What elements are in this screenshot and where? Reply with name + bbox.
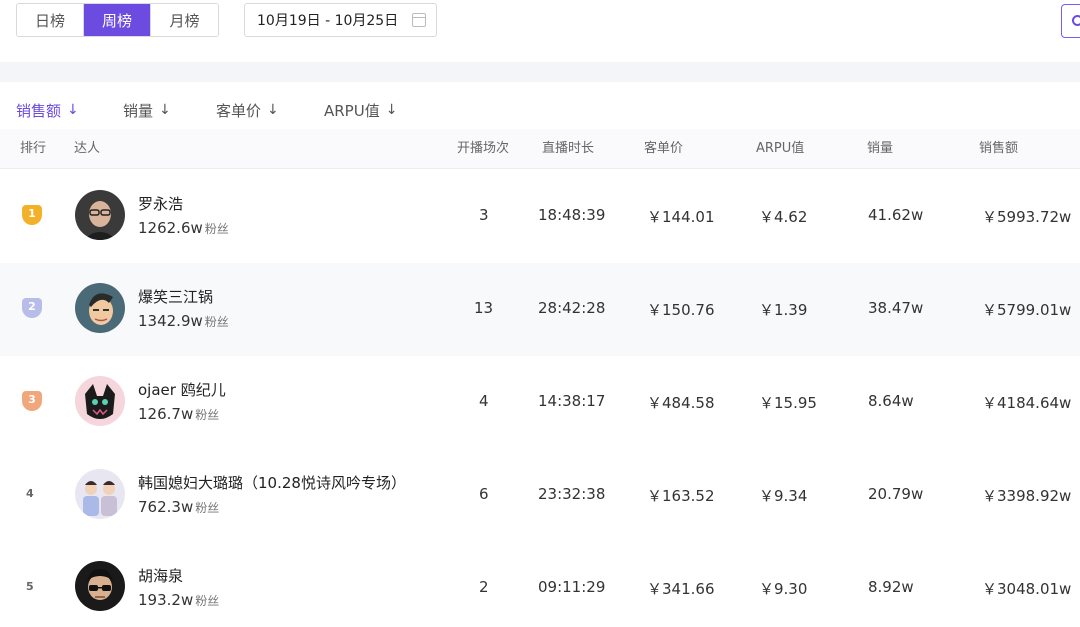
- sales-cell: ￥5993.72w: [982, 208, 1072, 226]
- unit-price-cell: ￥150.76: [647, 301, 715, 319]
- avatar[interactable]: [75, 561, 125, 611]
- arpu-cell: ￥4.62: [759, 208, 808, 226]
- fans-count: 126.7w 粉丝: [138, 405, 219, 423]
- unit-price-cell: ￥144.01: [647, 208, 715, 226]
- fans-count: 1342.9w 粉丝: [138, 312, 229, 330]
- avatar[interactable]: [75, 376, 125, 426]
- sort-tab-sales[interactable]: 销售额 ↓: [16, 99, 79, 121]
- arpu-cell: ￥9.30: [759, 580, 808, 598]
- column-header-rank: 排行: [20, 141, 47, 156]
- fans-value: 126.7w: [138, 405, 194, 423]
- duration-cell: 09:11:29: [538, 578, 606, 596]
- sessions-cell: 13: [474, 299, 494, 317]
- table-row[interactable]: 3 ojaer 鸥纪儿 126.7w 粉丝 4 14:38:17 ￥484.58 …: [0, 356, 1080, 449]
- avatar[interactable]: [75, 190, 125, 240]
- fans-value: 1262.6w: [138, 219, 203, 237]
- streamer-name[interactable]: 罗永浩: [138, 193, 183, 214]
- section-divider: [0, 62, 1080, 82]
- sales-cell: ￥4184.64w: [982, 394, 1072, 412]
- fans-unit: 粉丝: [195, 594, 220, 608]
- avatar[interactable]: [75, 283, 125, 333]
- arpu-cell: ￥15.95: [759, 394, 817, 412]
- sort-tab-volume[interactable]: 销量 ↓: [123, 99, 171, 121]
- table-row[interactable]: 5 胡海泉 193.2w 粉丝 2 09:11:29 ￥341.66 ￥9.30 …: [0, 542, 1080, 627]
- rank-number: 1: [28, 207, 36, 220]
- column-header-arpu: ARPU值: [756, 141, 805, 156]
- rank-number: 3: [28, 393, 36, 406]
- volume-cell: 8.92w: [868, 578, 914, 596]
- streamer-name[interactable]: 爆笑三江锅: [138, 286, 213, 307]
- period-switch: 日榜 周榜 月榜: [16, 3, 219, 37]
- streamer-name[interactable]: ojaer 鸥纪儿: [138, 379, 226, 400]
- sales-cell: ￥5799.01w: [982, 301, 1072, 319]
- column-header-sales: 销售额: [979, 141, 1019, 156]
- bronze-medal-icon: 3: [22, 391, 42, 415]
- sort-arrow-icon: ↓: [159, 102, 171, 118]
- column-header-volume: 销量: [867, 141, 894, 156]
- column-header-unit-price: 客单价: [644, 141, 684, 156]
- sort-arrow-icon: ↓: [67, 102, 79, 118]
- sort-tab-label: 销售额: [16, 101, 62, 120]
- duration-cell: 28:42:28: [538, 299, 606, 317]
- fans-count: 762.3w 粉丝: [138, 498, 219, 516]
- date-range-picker[interactable]: 10月19日 - 10月25日: [244, 3, 437, 37]
- arpu-cell: ￥9.34: [759, 487, 808, 505]
- fans-unit: 粉丝: [204, 222, 229, 236]
- avatar[interactable]: [75, 469, 125, 519]
- table-row[interactable]: 2 爆笑三江锅 1342.9w 粉丝 13 28:42:28 ￥150.76 ￥1…: [0, 263, 1080, 356]
- sessions-cell: 2: [479, 578, 489, 596]
- tab-daily[interactable]: 日榜: [17, 4, 84, 36]
- duration-cell: 14:38:17: [538, 392, 606, 410]
- fans-value: 762.3w: [138, 498, 194, 516]
- volume-cell: 20.79w: [868, 485, 924, 503]
- sessions-cell: 4: [479, 392, 489, 410]
- duration-cell: 23:32:38: [538, 485, 606, 503]
- table-row[interactable]: 1 罗永浩 1262.6w 粉丝 3 18:48:39 ￥144.01 ￥4.62…: [0, 170, 1080, 263]
- sessions-cell: 6: [479, 485, 489, 503]
- sessions-cell: 3: [479, 206, 489, 224]
- column-header-duration: 直播时长: [542, 141, 595, 156]
- silver-medal-icon: 2: [22, 298, 42, 322]
- sort-tab-unit-price[interactable]: 客单价 ↓: [216, 99, 279, 121]
- arpu-cell: ￥1.39: [759, 301, 808, 319]
- sort-arrow-icon: ↓: [267, 102, 279, 118]
- volume-cell: 41.62w: [868, 206, 924, 224]
- column-header-streamer: 达人: [74, 141, 101, 156]
- tab-weekly[interactable]: 周榜: [84, 4, 151, 36]
- fans-value: 193.2w: [138, 591, 194, 609]
- column-header-sessions: 开播场次: [457, 141, 510, 156]
- sort-tab-label: 销量: [123, 101, 154, 120]
- unit-price-cell: ￥484.58: [647, 394, 715, 412]
- table-header: 排行 达人 开播场次 直播时长 客单价 ARPU值 销量 销售额: [0, 129, 1080, 169]
- streamer-name[interactable]: 韩国媳妇大璐璐（10.28悦诗风吟专场）: [138, 472, 406, 493]
- fans-unit: 粉丝: [195, 408, 220, 422]
- sort-tab-label: ARPU值: [324, 101, 380, 120]
- volume-cell: 8.64w: [868, 392, 914, 410]
- table-row[interactable]: 4 韩国媳妇大璐璐（10.28悦诗风吟专场） 762.3w 粉丝 6 23:32:…: [0, 449, 1080, 542]
- volume-cell: 38.47w: [868, 299, 924, 317]
- fans-value: 1342.9w: [138, 312, 203, 330]
- sales-cell: ￥3048.01w: [982, 580, 1072, 598]
- sort-arrow-icon: ↓: [385, 102, 398, 118]
- streamer-name[interactable]: 胡海泉: [138, 565, 183, 586]
- rank-number: 5: [26, 580, 34, 593]
- unit-price-cell: ￥163.52: [647, 487, 715, 505]
- rank-number: 2: [28, 300, 36, 313]
- fans-unit: 粉丝: [204, 315, 229, 329]
- calendar-icon: [412, 13, 426, 27]
- date-range-value: 10月19日 - 10月25日: [257, 13, 399, 29]
- gold-medal-icon: 1: [22, 205, 42, 229]
- unit-price-cell: ￥341.66: [647, 580, 715, 598]
- search-button[interactable]: [1061, 4, 1080, 38]
- tab-monthly[interactable]: 月榜: [151, 4, 218, 36]
- sort-tab-arpu[interactable]: ARPU值 ↓: [324, 99, 397, 121]
- fans-count: 193.2w 粉丝: [138, 591, 219, 609]
- fans-count: 1262.6w 粉丝: [138, 219, 229, 237]
- duration-cell: 18:48:39: [538, 206, 606, 224]
- sort-tab-label: 客单价: [216, 101, 262, 120]
- fans-unit: 粉丝: [195, 501, 220, 515]
- sales-cell: ￥3398.92w: [982, 487, 1072, 505]
- search-icon: [1072, 15, 1080, 26]
- rank-number: 4: [26, 487, 34, 500]
